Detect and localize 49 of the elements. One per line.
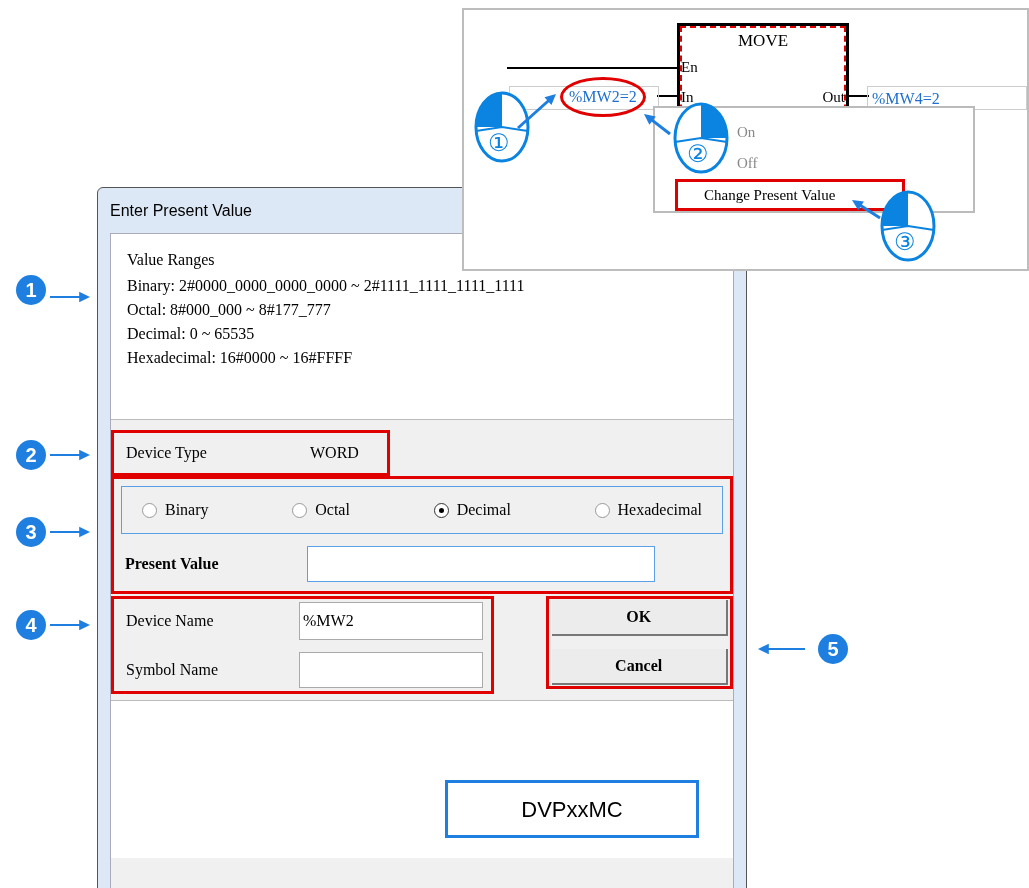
output-variable: %MW4=2 xyxy=(872,90,940,107)
mouse-icon xyxy=(474,91,530,163)
range-text: Hexadecimal: 16#0000 ~ 16#FFFF xyxy=(127,348,354,368)
input-variable: %MW2=2 xyxy=(560,77,646,117)
symbol-name-input[interactable] xyxy=(299,652,483,688)
radio-indicator[interactable] xyxy=(433,502,449,518)
radio-indicator[interactable] xyxy=(142,502,157,518)
callout-number: 2 xyxy=(16,440,46,470)
pointer-arrow xyxy=(644,114,671,136)
field-label: Device Type xyxy=(125,443,208,464)
pointer-arrow xyxy=(852,200,881,220)
pointer-arrow xyxy=(49,619,90,631)
ranges-heading: Value Ranges xyxy=(127,250,216,271)
pin-label: Out xyxy=(822,88,845,107)
callout-number: 3 xyxy=(16,517,46,547)
callout-number: 1 xyxy=(16,275,46,305)
dialog-button[interactable]: Cancel xyxy=(551,649,728,685)
range-text: Binary: 2#0000_0000_0000_0000 ~ 2#1111_1111_1111_1111 xyxy=(127,276,526,297)
range-text: Octal: 8#000_000 ~ 8#177_777 xyxy=(127,300,332,320)
dialog-button[interactable]: OK xyxy=(551,600,728,636)
radio-indicator[interactable] xyxy=(594,502,610,518)
format-radio[interactable]: Binary xyxy=(142,498,209,522)
format-radio[interactable]: Hexadecimal xyxy=(594,498,702,522)
pointer-arrow xyxy=(49,526,90,538)
present-value-input[interactable] xyxy=(307,546,655,582)
field-label: Device Name xyxy=(125,611,215,631)
radio-indicator[interactable] xyxy=(292,502,308,518)
window-title: Enter Present Value xyxy=(110,200,252,221)
step-number: ③ xyxy=(894,228,916,256)
block-title: MOVE xyxy=(738,30,789,52)
step-number: ② xyxy=(687,140,709,168)
model-label: DVPxxMC xyxy=(445,780,699,838)
field-label: Present Value xyxy=(124,554,220,574)
pointer-arrow xyxy=(49,291,90,303)
pin-label: In xyxy=(681,88,694,107)
format-radio[interactable]: Decimal xyxy=(433,498,511,522)
field-label: Symbol Name xyxy=(125,660,219,681)
device-type-value: WORD xyxy=(310,443,359,463)
pointer-arrow xyxy=(517,94,556,130)
callout-number: 4 xyxy=(16,610,46,640)
callout-number: 5 xyxy=(818,634,848,664)
step-number: ① xyxy=(488,129,510,157)
format-radio[interactable]: Octal xyxy=(292,498,350,522)
menu-item[interactable]: Change Present Value xyxy=(675,179,905,211)
device-name-input[interactable]: %MW2 xyxy=(299,602,483,640)
pin-label: En xyxy=(681,58,698,77)
pointer-arrow xyxy=(758,643,806,655)
range-text: Decimal: 0 ~ 65535 xyxy=(127,324,256,344)
pointer-arrow xyxy=(49,449,90,461)
